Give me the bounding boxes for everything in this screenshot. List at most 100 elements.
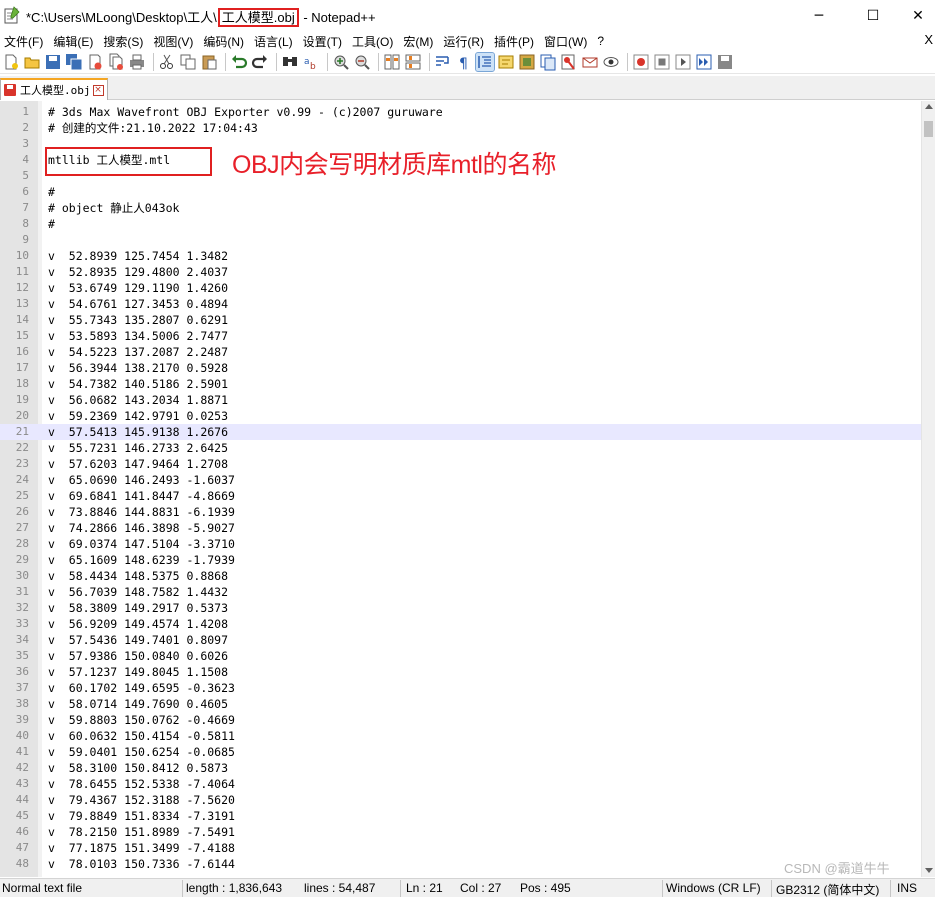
menu-tools[interactable]: 工具(O) [348, 33, 399, 50]
editor-line[interactable]: 24 v 65.0690 146.2493 -1.6037 [0, 472, 921, 488]
minimize-button[interactable]: ─ [796, 0, 842, 32]
open-file-icon[interactable] [23, 53, 41, 71]
editor-line[interactable]: 13 v 54.6761 127.3453 0.4894 [0, 296, 921, 312]
editor-line[interactable]: 38 v 58.0714 149.7690 0.4605 [0, 696, 921, 712]
print-icon[interactable] [128, 53, 146, 71]
editor[interactable]: 1 # 3ds Max Wavefront OBJ Exporter v0.99 … [0, 101, 935, 877]
menu-plugins[interactable]: 插件(P) [490, 33, 540, 50]
menu-file[interactable]: 文件(F) [0, 33, 49, 50]
editor-line[interactable]: 14 v 55.7343 135.2807 0.6291 [0, 312, 921, 328]
menu-search[interactable]: 搜索(S) [99, 33, 149, 50]
record-macro-icon[interactable] [632, 53, 650, 71]
editor-line[interactable]: 45 v 79.8849 151.8334 -7.3191 [0, 808, 921, 824]
vertical-scrollbar[interactable] [921, 101, 935, 877]
editor-line[interactable]: 18 v 54.7382 140.5186 2.5901 [0, 376, 921, 392]
tab-close-icon[interactable]: × [92, 84, 104, 96]
editor-line[interactable]: 15 v 53.5893 134.5006 2.7477 [0, 328, 921, 344]
editor-line[interactable]: 26 v 73.8846 144.8831 -6.1939 [0, 504, 921, 520]
editor-line[interactable]: 2 # 创建的文件:21.10.2022 17:04:43 [0, 120, 921, 136]
run-macro-multiple-icon[interactable] [695, 53, 713, 71]
editor-line[interactable]: 6 # [0, 184, 921, 200]
zoom-out-icon[interactable] [353, 53, 371, 71]
folder-workspace-icon[interactable] [560, 53, 578, 71]
editor-line[interactable]: 34 v 57.5436 149.7401 0.8097 [0, 632, 921, 648]
monitoring-icon[interactable] [581, 53, 599, 71]
menu-encoding[interactable]: 编码(N) [199, 33, 250, 50]
paste-icon[interactable] [200, 53, 218, 71]
menu-view[interactable]: 视图(V) [149, 33, 199, 50]
editor-line[interactable]: 31 v 56.7039 148.7582 1.4432 [0, 584, 921, 600]
editor-line[interactable]: 40 v 60.0632 150.4154 -0.5811 [0, 728, 921, 744]
zoom-in-icon[interactable] [332, 53, 350, 71]
menu-help[interactable]: ? [593, 34, 610, 48]
editor-line[interactable]: 43 v 78.6455 152.5338 -7.4064 [0, 776, 921, 792]
close-file-icon[interactable] [86, 53, 104, 71]
find-icon[interactable] [281, 53, 299, 71]
status-eol[interactable]: Windows (CR LF) [666, 881, 761, 895]
editor-line[interactable]: 19 v 56.0682 143.2034 1.8871 [0, 392, 921, 408]
close-document-button[interactable]: X [924, 32, 933, 47]
editor-line[interactable]: 28 v 69.0374 147.5104 -3.3710 [0, 536, 921, 552]
redo-icon[interactable] [251, 53, 269, 71]
editor-line[interactable]: 12 v 53.6749 129.1190 1.4260 [0, 280, 921, 296]
tab-document[interactable]: 工人模型.obj × [0, 78, 108, 100]
editor-line[interactable]: 10 v 52.8939 125.7454 1.3482 [0, 248, 921, 264]
replace-icon[interactable]: ab [302, 53, 320, 71]
user-language-icon[interactable] [497, 53, 515, 71]
cut-icon[interactable] [158, 53, 176, 71]
editor-line[interactable]: 32 v 58.3809 149.2917 0.5373 [0, 600, 921, 616]
editor-line[interactable]: 29 v 65.1609 148.6239 -1.7939 [0, 552, 921, 568]
editor-line[interactable]: 41 v 59.0401 150.6254 -0.0685 [0, 744, 921, 760]
editor-line[interactable]: 42 v 58.3100 150.8412 0.5873 [0, 760, 921, 776]
text-area[interactable]: 1 # 3ds Max Wavefront OBJ Exporter v0.99 … [0, 104, 921, 872]
save-all-icon[interactable] [65, 53, 83, 71]
menu-settings[interactable]: 设置(T) [299, 33, 348, 50]
editor-line[interactable]: 39 v 59.8803 150.0762 -0.4669 [0, 712, 921, 728]
editor-line[interactable]: 9 [0, 232, 921, 248]
scroll-up-icon[interactable] [925, 104, 933, 109]
editor-line[interactable]: 16 v 54.5223 137.2087 2.2487 [0, 344, 921, 360]
editor-line[interactable]: 30 v 58.4434 148.5375 0.8868 [0, 568, 921, 584]
menu-edit[interactable]: 编辑(E) [49, 33, 99, 50]
doc-map-icon[interactable] [518, 53, 536, 71]
scroll-thumb[interactable] [924, 121, 933, 137]
editor-line[interactable]: 36 v 57.1237 149.8045 1.1508 [0, 664, 921, 680]
editor-line[interactable]: 48 v 78.0103 150.7336 -7.6144 [0, 856, 921, 872]
editor-line[interactable]: 11 v 52.8935 129.4800 2.4037 [0, 264, 921, 280]
menu-macro[interactable]: 宏(M) [399, 33, 439, 50]
close-button[interactable]: ✕ [895, 0, 935, 32]
editor-line[interactable]: 33 v 56.9209 149.4574 1.4208 [0, 616, 921, 632]
menu-language[interactable]: 语言(L) [250, 33, 299, 50]
editor-line[interactable]: 7 # object 静止人043ok [0, 200, 921, 216]
word-wrap-icon[interactable] [434, 53, 452, 71]
editor-line[interactable]: 47 v 77.1875 151.3499 -7.4188 [0, 840, 921, 856]
new-file-icon[interactable] [2, 53, 20, 71]
editor-line[interactable]: 1 # 3ds Max Wavefront OBJ Exporter v0.99 … [0, 104, 921, 120]
editor-line[interactable]: 35 v 57.9386 150.0840 0.6026 [0, 648, 921, 664]
indent-guide-icon[interactable] [475, 51, 495, 72]
status-encoding[interactable]: GB2312 (简体中文) [776, 881, 879, 897]
editor-line[interactable]: 46 v 78.2150 151.8989 -7.5491 [0, 824, 921, 840]
maximize-button[interactable]: ☐ [850, 0, 896, 32]
show-all-chars-icon[interactable]: ¶ [455, 53, 473, 71]
editor-line[interactable]: 22 v 55.7231 146.2733 2.6425 [0, 440, 921, 456]
eye-icon[interactable] [602, 53, 620, 71]
stop-macro-icon[interactable] [653, 53, 671, 71]
editor-line[interactable]: 27 v 74.2866 146.3898 -5.9027 [0, 520, 921, 536]
editor-line[interactable]: 23 v 57.6203 147.9464 1.2708 [0, 456, 921, 472]
status-insert-mode[interactable]: INS [897, 881, 917, 895]
close-all-icon[interactable] [107, 53, 125, 71]
editor-line[interactable]: 44 v 79.4367 152.3188 -7.5620 [0, 792, 921, 808]
scroll-down-icon[interactable] [925, 868, 933, 873]
editor-line[interactable]: 25 v 69.6841 141.8447 -4.8669 [0, 488, 921, 504]
play-macro-icon[interactable] [674, 53, 692, 71]
editor-line[interactable]: 8 # [0, 216, 921, 232]
save-macro-icon[interactable] [716, 53, 734, 71]
editor-line[interactable]: 17 v 56.3944 138.2170 0.5928 [0, 360, 921, 376]
save-icon[interactable] [44, 53, 62, 71]
editor-line[interactable]: 20 v 59.2369 142.9791 0.0253 [0, 408, 921, 424]
function-list-icon[interactable] [539, 53, 557, 71]
editor-line[interactable]: 21 v 57.5413 145.9138 1.2676 [0, 424, 921, 440]
menu-window[interactable]: 窗口(W) [540, 33, 593, 50]
copy-icon[interactable] [179, 53, 197, 71]
